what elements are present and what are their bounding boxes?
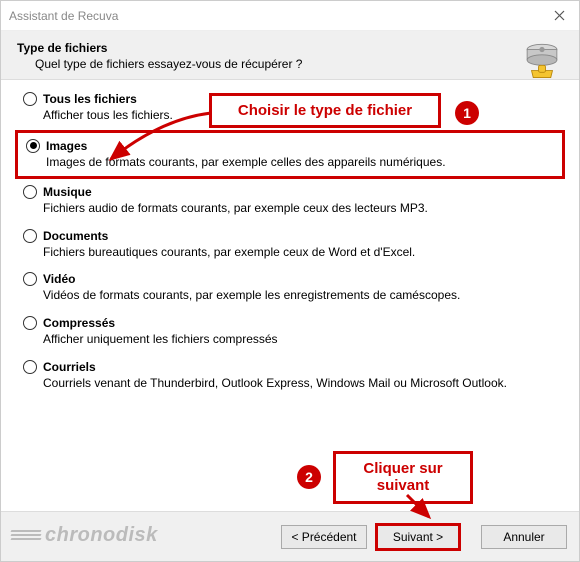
option-desc: Fichiers audio de formats courants, par … [43,201,533,217]
radio-icon [26,139,40,153]
option-desc: Fichiers bureautiques courants, par exem… [43,245,533,261]
annotation-marker-1: 1 [455,101,479,125]
close-icon [554,10,565,21]
option-label: Musique [43,185,92,199]
recuva-hdd-icon [521,39,563,81]
option-label: Images [46,139,87,153]
radio-icon [23,185,37,199]
option-label: Vidéo [43,272,75,286]
radio-icon [23,229,37,243]
close-button[interactable] [539,1,579,31]
annotation-marker-2: 2 [297,465,321,489]
titlebar: Assistant de Recuva [1,1,579,31]
next-button[interactable]: Suivant > [375,523,461,551]
radio-icon [23,360,37,374]
wizard-header: Type de fichiers Quel type de fichiers e… [1,31,579,79]
page-title: Type de fichiers [17,41,563,55]
window-title: Assistant de Recuva [9,9,118,23]
radio-icon [23,272,37,286]
page-subtitle: Quel type de fichiers essayez-vous de ré… [35,57,563,71]
back-button[interactable]: < Précédent [281,525,367,549]
option-images[interactable]: Images Images de formats courants, par e… [15,130,565,180]
option-desc: Courriels venant de Thunderbird, Outlook… [43,376,533,392]
options-panel: Tous les fichiers Afficher tous les fich… [1,80,579,511]
option-desc: Vidéos de formats courants, par exemple … [43,288,533,304]
radio-icon [23,92,37,106]
option-desc: Afficher uniquement les fichiers compres… [43,332,533,348]
option-label: Courriels [43,360,96,374]
option-documents[interactable]: Documents Fichiers bureautiques courants… [23,229,557,261]
option-emails[interactable]: Courriels Courriels venant de Thunderbir… [23,360,557,392]
option-label: Tous les fichiers [43,92,137,106]
option-compressed[interactable]: Compressés Afficher uniquement les fichi… [23,316,557,348]
watermark-text: chronodisk [45,524,158,547]
option-music[interactable]: Musique Fichiers audio de formats couran… [23,185,557,217]
cancel-button[interactable]: Annuler [481,525,567,549]
watermark-logo: chronodisk [11,524,158,547]
option-desc: Images de formats courants, par exemple … [46,155,536,171]
radio-icon [23,316,37,330]
option-label: Documents [43,229,108,243]
option-video[interactable]: Vidéo Vidéos de formats courants, par ex… [23,272,557,304]
wizard-window: Assistant de Recuva Type de fichiers Que… [0,0,580,562]
annotation-callout-2: Cliquer sur suivant [333,451,473,504]
option-label: Compressés [43,316,115,330]
wizard-footer: chronodisk < Précédent Suivant > Annuler [1,511,579,561]
annotation-callout-1: Choisir le type de fichier [209,93,441,128]
